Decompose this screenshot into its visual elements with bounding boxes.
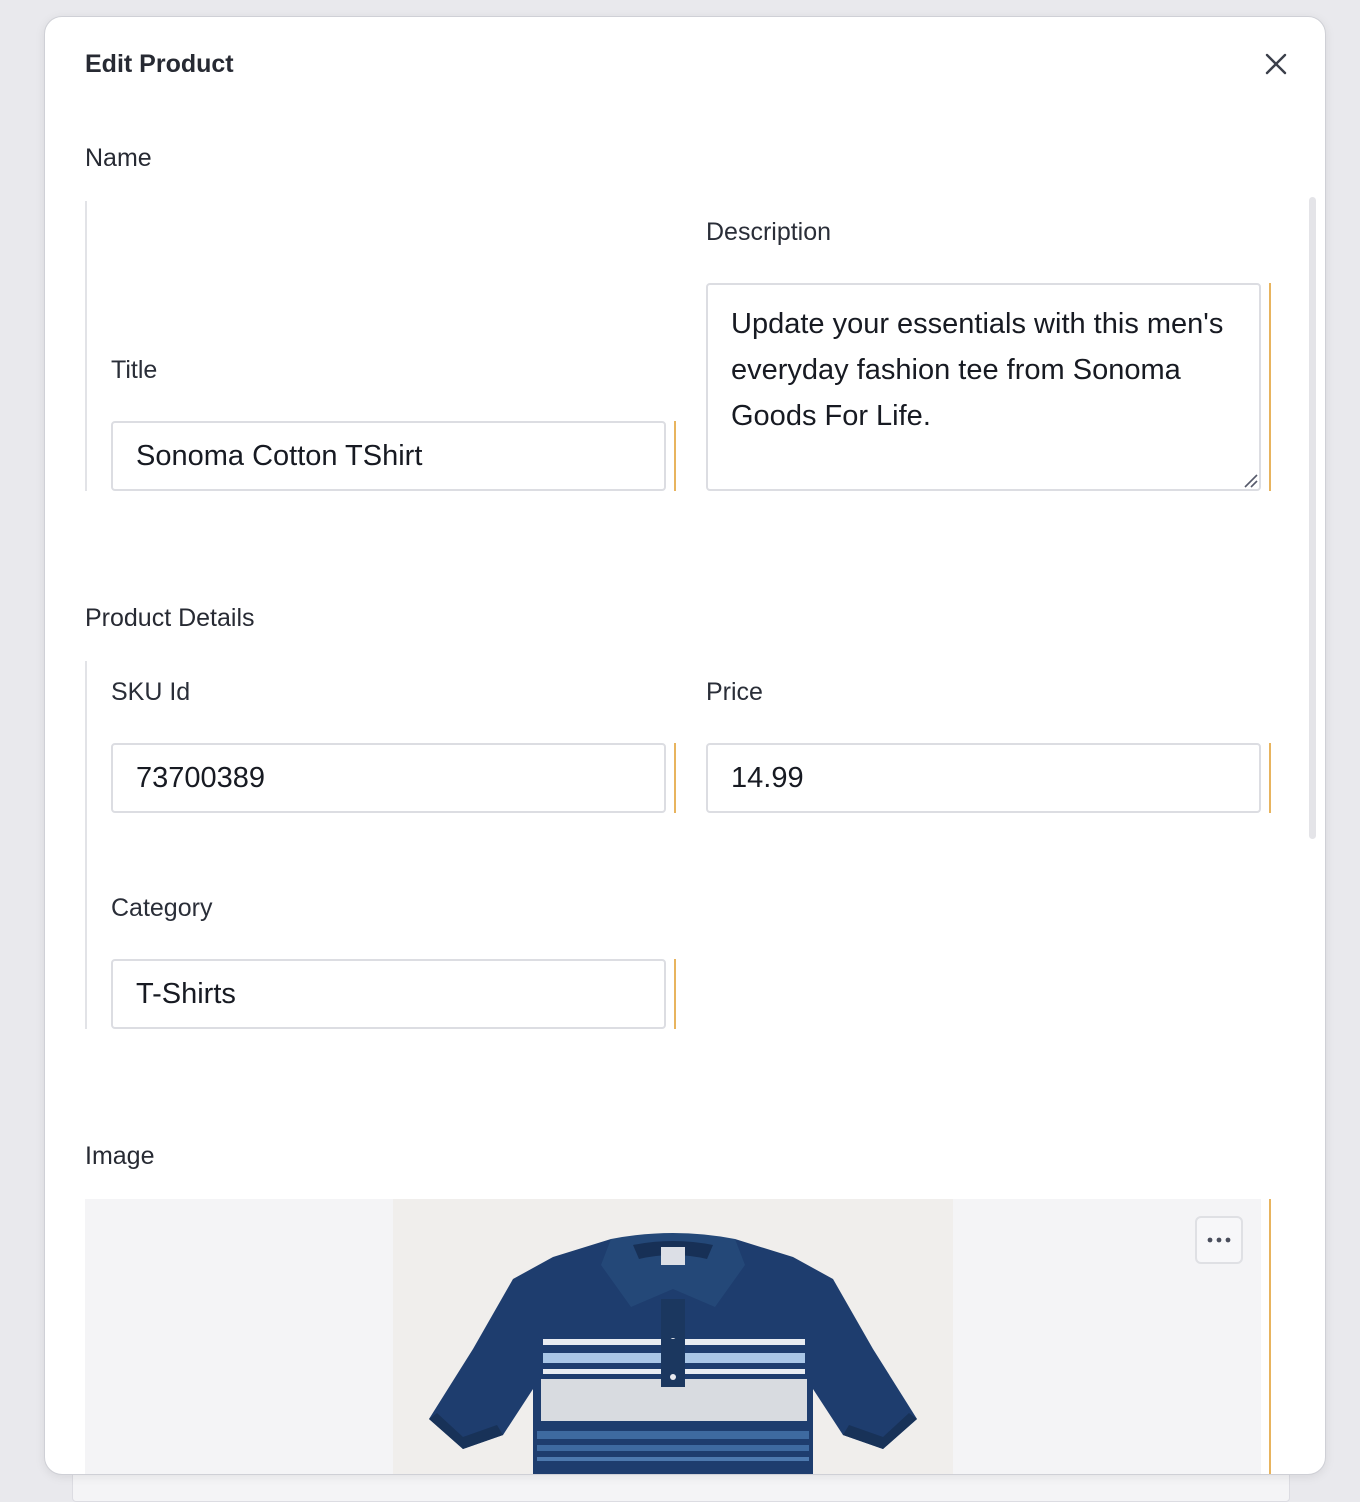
- title-label: Title: [111, 356, 158, 384]
- title-input[interactable]: Sonoma Cotton TShirt: [111, 421, 666, 491]
- sku-label: SKU Id: [111, 678, 191, 706]
- image-preview-area: [85, 1199, 1261, 1474]
- category-label: Category: [111, 894, 213, 922]
- sku-input[interactable]: 73700389: [111, 743, 666, 813]
- price-accent-bar: [1269, 743, 1271, 813]
- name-section-label: Name: [85, 144, 152, 172]
- category-input[interactable]: T-Shirts: [111, 959, 666, 1029]
- polo-shirt-illustration: [429, 1233, 917, 1474]
- product-image: [393, 1199, 953, 1474]
- price-label: Price: [706, 678, 763, 706]
- details-group-line: [85, 661, 87, 1029]
- sku-accent-bar: [674, 743, 676, 813]
- description-accent-bar: [1269, 283, 1271, 491]
- description-text: Update your essentials with this men's e…: [731, 308, 1224, 432]
- image-section-label: Image: [85, 1142, 155, 1170]
- more-horizontal-icon: [1207, 1237, 1231, 1243]
- close-icon: [1265, 53, 1287, 75]
- close-button[interactable]: [1257, 45, 1295, 83]
- description-label: Description: [706, 218, 832, 246]
- name-group-line: [85, 201, 87, 491]
- modal-title: Edit Product: [85, 50, 234, 78]
- image-more-button[interactable]: [1195, 1216, 1243, 1264]
- image-accent-bar: [1269, 1199, 1271, 1474]
- resize-grip-icon[interactable]: [1242, 472, 1258, 488]
- product-details-section-label: Product Details: [85, 604, 255, 632]
- edit-product-modal: Edit Product Name Title Sonoma Cotton TS…: [44, 16, 1326, 1475]
- title-accent-bar: [674, 421, 676, 491]
- description-textarea[interactable]: Update your essentials with this men's e…: [706, 283, 1261, 491]
- scrollbar[interactable]: [1309, 197, 1316, 839]
- price-input[interactable]: 14.99: [706, 743, 1261, 813]
- category-accent-bar: [674, 959, 676, 1029]
